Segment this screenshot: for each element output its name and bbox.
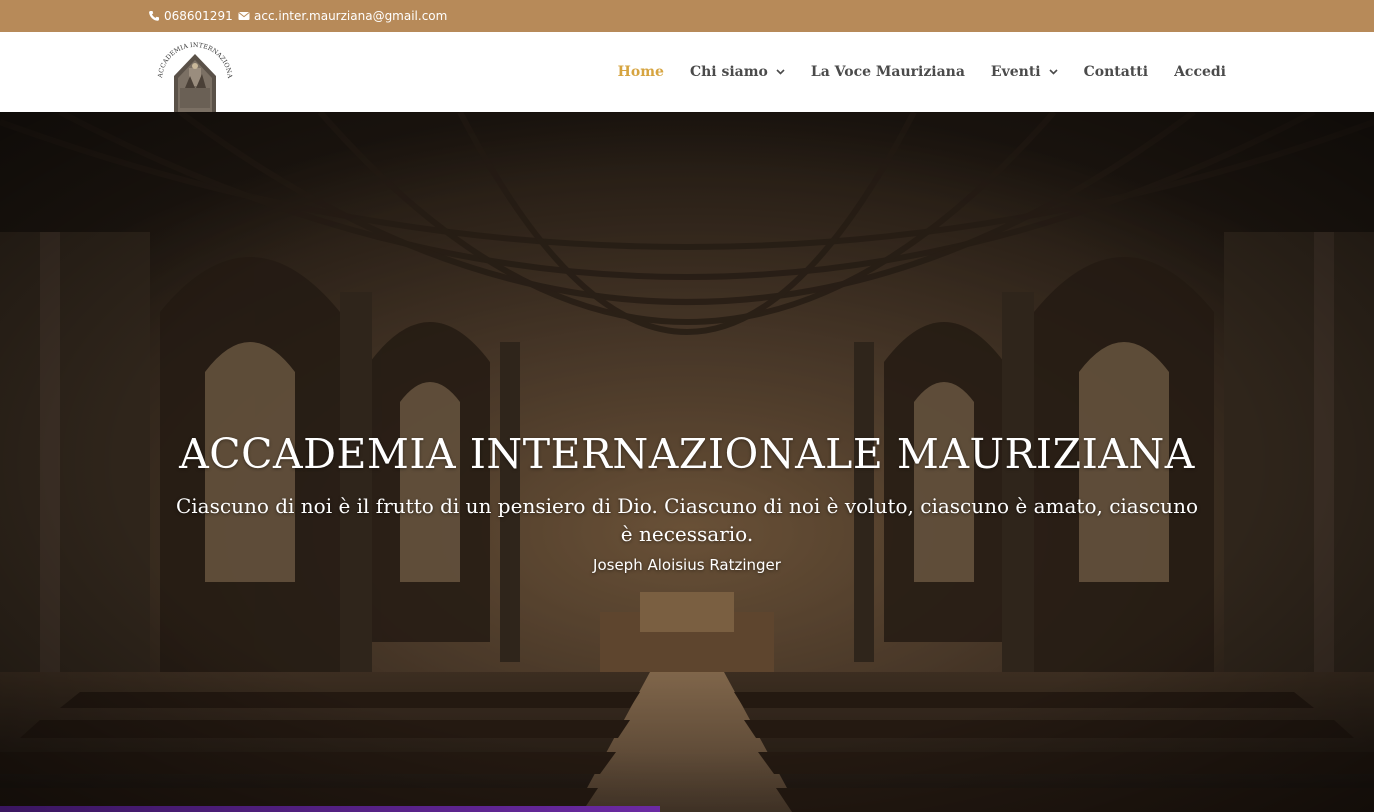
logo-emblem: ACCADEMIA INTERNAZIONALE MAURIZIANA <box>149 31 233 112</box>
nav-item-eventi[interactable]: Eventi <box>991 64 1058 80</box>
hero-content: ACCADEMIA INTERNAZIONALE MAURIZIANA Cias… <box>0 430 1374 574</box>
email-address: acc.inter.maurziana@gmail.com <box>254 9 448 23</box>
nav-accedi-label: Accedi <box>1174 64 1226 80</box>
bottom-accent-strip <box>0 806 660 812</box>
nav-la-voce-label: La Voce Mauriziana <box>810 64 965 80</box>
top-contact-bar: 068601291 acc.inter.maurziana@gmail.com <box>0 0 1374 32</box>
chevron-down-icon <box>776 69 785 75</box>
hero-quote-author: Joseph Aloisius Ratzinger <box>593 556 781 574</box>
main-navigation: Home Chi siamo La Voce Mauriziana Eventi… <box>618 32 1226 112</box>
phone-contact[interactable]: 068601291 <box>148 9 233 23</box>
hero-title: ACCADEMIA INTERNAZIONALE MAURIZIANA <box>179 430 1195 478</box>
hero-quote: Ciascuno di noi è il frutto di un pensie… <box>175 494 1198 546</box>
nav-item-la-voce-mauriziana[interactable]: La Voce Mauriziana <box>811 64 965 80</box>
email-contact[interactable]: acc.inter.maurziana@gmail.com <box>238 9 447 23</box>
phone-number: 068601291 <box>164 9 233 23</box>
nav-item-contatti[interactable]: Contatti <box>1084 64 1148 80</box>
site-header: ACCADEMIA INTERNAZIONALE MAURIZIANA Home… <box>0 31 1374 112</box>
hero-section: ACCADEMIA INTERNAZIONALE MAURIZIANA Cias… <box>0 112 1374 812</box>
phone-icon <box>149 11 159 21</box>
nav-contatti-label: Contatti <box>1083 64 1149 80</box>
nav-item-home[interactable]: Home <box>618 64 664 80</box>
chevron-down-icon <box>1049 69 1058 75</box>
envelope-icon <box>238 12 250 20</box>
nav-chi-siamo-label: Chi siamo <box>689 64 768 80</box>
nav-item-accedi[interactable]: Accedi <box>1174 64 1226 80</box>
nav-home-label: Home <box>617 64 664 80</box>
site-logo[interactable]: ACCADEMIA INTERNAZIONALE MAURIZIANA <box>149 31 238 112</box>
nav-eventi-label: Eventi <box>990 64 1041 80</box>
nav-item-chi-siamo[interactable]: Chi siamo <box>690 64 785 80</box>
